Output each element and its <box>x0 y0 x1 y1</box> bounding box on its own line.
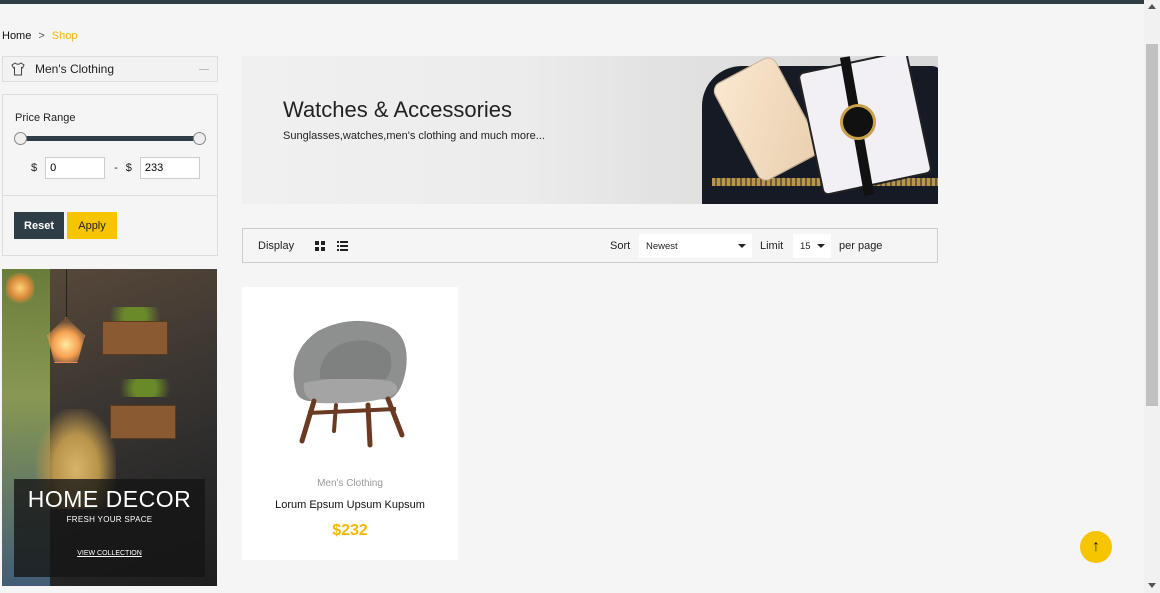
price-range-title: Price Range <box>15 112 76 124</box>
banner-subtitle: Sunglasses,watches,men's clothing and mu… <box>283 130 545 142</box>
price-inputs: $ - $ <box>31 157 200 179</box>
promo-plant <box>110 379 180 397</box>
collapse-icon[interactable] <box>199 69 209 70</box>
chevron-down-icon <box>817 244 825 248</box>
product-image[interactable] <box>278 313 418 453</box>
price-slider-min-handle[interactable] <box>14 132 27 145</box>
product-price: $232 <box>332 522 368 539</box>
category-label: Men's Clothing <box>35 62 114 76</box>
scrollbar-thumb[interactable] <box>1146 44 1158 406</box>
breadcrumb-home[interactable]: Home <box>2 30 31 42</box>
pendant-lamp <box>47 317 85 363</box>
breadcrumb-separator: > <box>38 30 45 42</box>
list-view-icon[interactable] <box>337 241 348 251</box>
promo-overlay: HOME DECOR FRESH YOUR SPACE VIEW COLLECT… <box>14 479 205 577</box>
scroll-up-arrow-icon[interactable] <box>1148 4 1156 9</box>
currency-symbol-max: $ <box>125 162 132 174</box>
price-slider-track[interactable] <box>20 136 201 141</box>
back-to-top-button[interactable]: ↑ <box>1080 531 1112 563</box>
per-page-label: per page <box>839 240 883 252</box>
view-collection-link[interactable]: VIEW COLLECTION <box>14 550 205 557</box>
currency-symbol-min: $ <box>31 162 38 174</box>
scroll-down-arrow-icon[interactable] <box>1148 583 1156 588</box>
sort-value: Newest <box>646 240 678 252</box>
pendant-lamp <box>6 273 34 303</box>
grid-view-icon[interactable] <box>315 241 325 251</box>
breadcrumb-current: Shop <box>51 30 78 42</box>
display-label: Display <box>258 240 295 252</box>
category-banner: Watches & Accessories Sunglasses,watches… <box>242 56 938 204</box>
promo-planter <box>110 405 176 439</box>
limit-label: Limit <box>760 240 784 252</box>
shirt-icon <box>11 62 25 76</box>
price-min-input[interactable] <box>45 157 106 179</box>
divider <box>3 195 217 196</box>
promo-heading: HOME DECOR <box>27 486 192 512</box>
scrollbar[interactable] <box>1144 0 1160 593</box>
promo-subheading: FRESH YOUR SPACE <box>66 515 153 524</box>
price-max-input[interactable] <box>139 157 200 179</box>
reset-button[interactable]: Reset <box>14 212 64 239</box>
apply-button[interactable]: Apply <box>67 212 117 239</box>
sort-label: Sort <box>610 240 631 252</box>
product-name[interactable]: Lorum Epsum Upsum Kupsum <box>242 499 458 511</box>
product-toolbar: Display Sort Newest Limit 15 per page <box>242 228 938 263</box>
breadcrumb: Home > Shop <box>2 30 77 42</box>
home-decor-promo[interactable]: HOME DECOR FRESH YOUR SPACE VIEW COLLECT… <box>2 269 217 586</box>
price-slider-max-handle[interactable] <box>193 132 206 145</box>
top-bar <box>0 0 1144 4</box>
banner-title: Watches & Accessories <box>283 97 513 122</box>
chevron-down-icon <box>738 244 746 248</box>
lamp-cord <box>66 269 67 319</box>
limit-select[interactable]: 15 <box>793 234 831 258</box>
promo-planter <box>102 321 168 355</box>
product-category[interactable]: Men's Clothing <box>242 478 458 489</box>
sort-select[interactable]: Newest <box>639 234 752 258</box>
banner-watch-image <box>840 104 876 140</box>
product-card[interactable]: Men's Clothing Lorum Epsum Upsum Kupsum … <box>242 287 458 560</box>
price-dash: - <box>114 162 118 174</box>
price-range-panel: Price Range $ - $ Reset Apply <box>2 94 218 256</box>
category-filter[interactable]: Men's Clothing <box>2 56 218 82</box>
limit-value: 15 <box>800 240 811 252</box>
